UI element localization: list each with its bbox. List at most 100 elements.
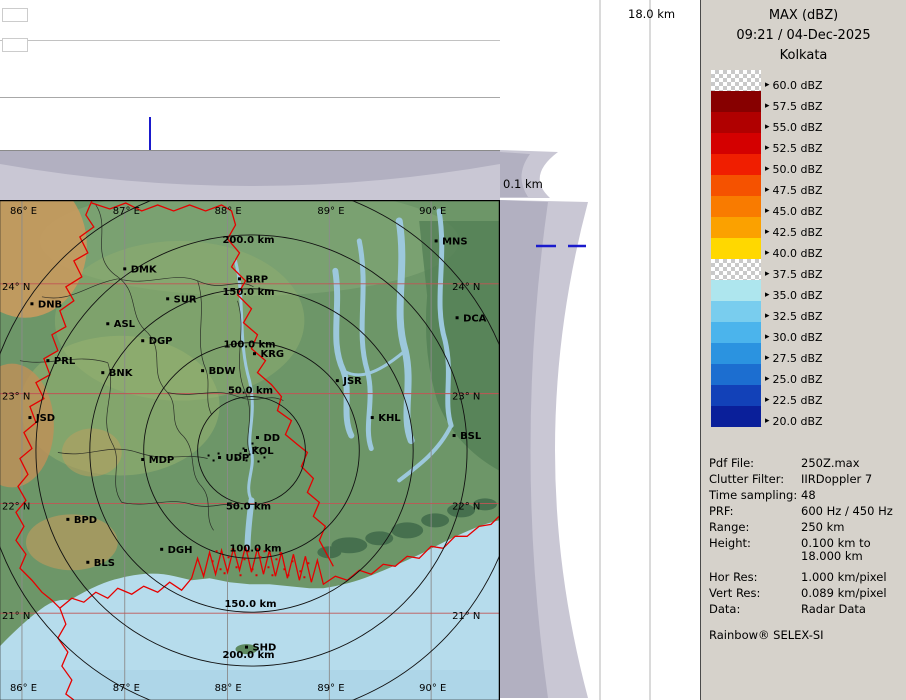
colorbar-tick-arrow: ▸ [765,333,770,342]
colorbar-value-text: 52.5 dBZ [773,142,823,155]
info-label: Data: [709,603,801,616]
station-dot-BRP [238,277,241,280]
lat-label-2-1: 22° N [452,501,480,512]
colorbar-value-text: 22.5 dBZ [773,394,823,407]
colorbar-swatch-12 [711,322,761,343]
colorbar-value-text: 35.0 dBZ [773,289,823,302]
colorbar-swatch-8 [711,238,761,259]
colorbar-tick-arrow: ▸ [765,375,770,384]
colorbar-tick-arrow: ▸ [765,144,770,153]
range-label-5: 100.0 km [229,543,281,554]
lat-label-0-1: 24° N [452,282,480,293]
top-height-panel [0,0,500,150]
station-dot-DCA [456,316,459,319]
station-label-BDW: BDW [209,366,236,377]
colorbar-value-text: 57.5 dBZ [773,100,823,113]
colorbar-label-4: ▸50.0 dBZ [765,162,823,176]
colorbar-tick-arrow: ▸ [765,312,770,321]
side-panel-graphic [500,0,700,700]
colorbar-tick-arrow: ▸ [765,207,770,216]
colorbar-value-text: 30.0 dBZ [773,331,823,344]
colorbar-value-text: 40.0 dBZ [773,247,823,260]
colorbar-tick-arrow: ▸ [765,291,770,300]
station-dot-DMK [123,267,126,270]
station-label-DCA: DCA [463,313,487,324]
station-dot-BDW [201,369,204,372]
height-axis-min-label: 0.1 km [503,177,543,191]
station-label-KHL: KHL [378,413,401,424]
range-label-0: 200.0 km [222,235,274,246]
station-dot-BNK [101,371,104,374]
colorbar-tick-arrow: ▸ [765,228,770,237]
side-height-panel [500,0,700,700]
info-value: 48 [801,489,816,502]
colorbar-value-text: 32.5 dBZ [773,310,823,323]
station-dot-ASL [106,322,109,325]
colorbar-tick-arrow: ▸ [765,249,770,258]
colorbar-swatch-3 [711,133,761,154]
lat-label-1-1: 23° N [452,392,480,403]
range-label-3: 50.0 km [228,386,273,397]
station-label-PRL: PRL [54,356,76,367]
info-label: Time sampling: [709,489,801,502]
colorbar-label-9: ▸37.5 dBZ [765,267,823,281]
radar-map-panel: 86° E86° E87° E87° E88° E88° E89° E89° E… [0,200,500,700]
colorbar-label-6: ▸45.0 dBZ [765,204,823,218]
range-label-4: 50.0 km [226,501,271,512]
colorbar-swatch-4 [711,154,761,175]
colorbar-label-2: ▸55.0 dBZ [765,120,823,134]
colorbar-swatch-9 [711,259,761,280]
lon-label-3-0: 89° E [317,206,344,217]
colorbar-swatch-7 [711,217,761,238]
colorbar-swatch-6 [711,196,761,217]
station-dot-UDP [218,456,221,459]
range-label-6: 150.0 km [224,599,276,610]
colorbar-swatch-11 [711,301,761,322]
info-label: Pdf File: [709,457,801,470]
colorbar-label-16: ▸20.0 dBZ [765,414,823,428]
colorbar-tick-arrow: ▸ [765,270,770,279]
info-value: 0.089 km/pixel [801,587,887,600]
station-dot-BPD [66,518,69,521]
station-label-DD: DD [263,433,280,444]
colorbar-label-15: ▸22.5 dBZ [765,393,823,407]
colorbar-value-text: 60.0 dBZ [773,79,823,92]
station-dot-KHL [371,416,374,419]
station-dot-DGH [160,548,163,551]
station-dot-DGP [141,339,144,342]
info-row-4: Range:250 km [709,521,903,534]
colorbar-label-10: ▸35.0 dBZ [765,288,823,302]
info-label: Hor Res: [709,571,801,584]
product-title: MAX (dBZ) [701,8,906,23]
station-dot-DD [256,436,259,439]
station-label-KOL: KOL [251,446,274,457]
colorbar-tick-arrow: ▸ [765,186,770,195]
radar-display-window: 86° E86° E87° E87° E88° E88° E89° E89° E… [0,0,906,700]
info-row-2: Time sampling:48 [709,489,903,502]
station-dot-BSL [453,434,456,437]
info-row-7: Vert Res:0.089 km/pixel [709,587,903,600]
lat-label-2-0: 22° N [2,501,30,512]
colorbar-swatch-10 [711,280,761,301]
lon-label-0-1: 86° E [10,683,37,694]
info-label: PRF: [709,505,801,518]
colorbar-value-text: 45.0 dBZ [773,205,823,218]
station-label-MNS: MNS [442,236,467,247]
lat-label-0-0: 24° N [2,282,30,293]
nodata-band-graphic [0,150,500,200]
top-panel-tick-box-1 [2,8,28,22]
colorbar-tick-arrow: ▸ [765,417,770,426]
product-info-block: Pdf File:250Z.maxClutter Filter:IIRDoppl… [709,457,903,619]
info-row-5: Height:0.100 km to 18.000 km [709,537,903,563]
info-value: IIRDoppler 7 [801,473,872,486]
colorbar-swatch-15 [711,385,761,406]
colorbar-swatch-16 [711,406,761,427]
top-panel-tick-box-2 [2,38,28,52]
colorbar-tick-arrow: ▸ [765,102,770,111]
lon-label-4-1: 90° E [419,683,446,694]
station-label-BSL: BSL [460,431,482,442]
colorbar-label-3: ▸52.5 dBZ [765,141,823,155]
colorbar-swatch-1 [711,91,761,112]
info-label: Clutter Filter: [709,473,801,486]
lon-label-1-0: 87° E [113,206,140,217]
